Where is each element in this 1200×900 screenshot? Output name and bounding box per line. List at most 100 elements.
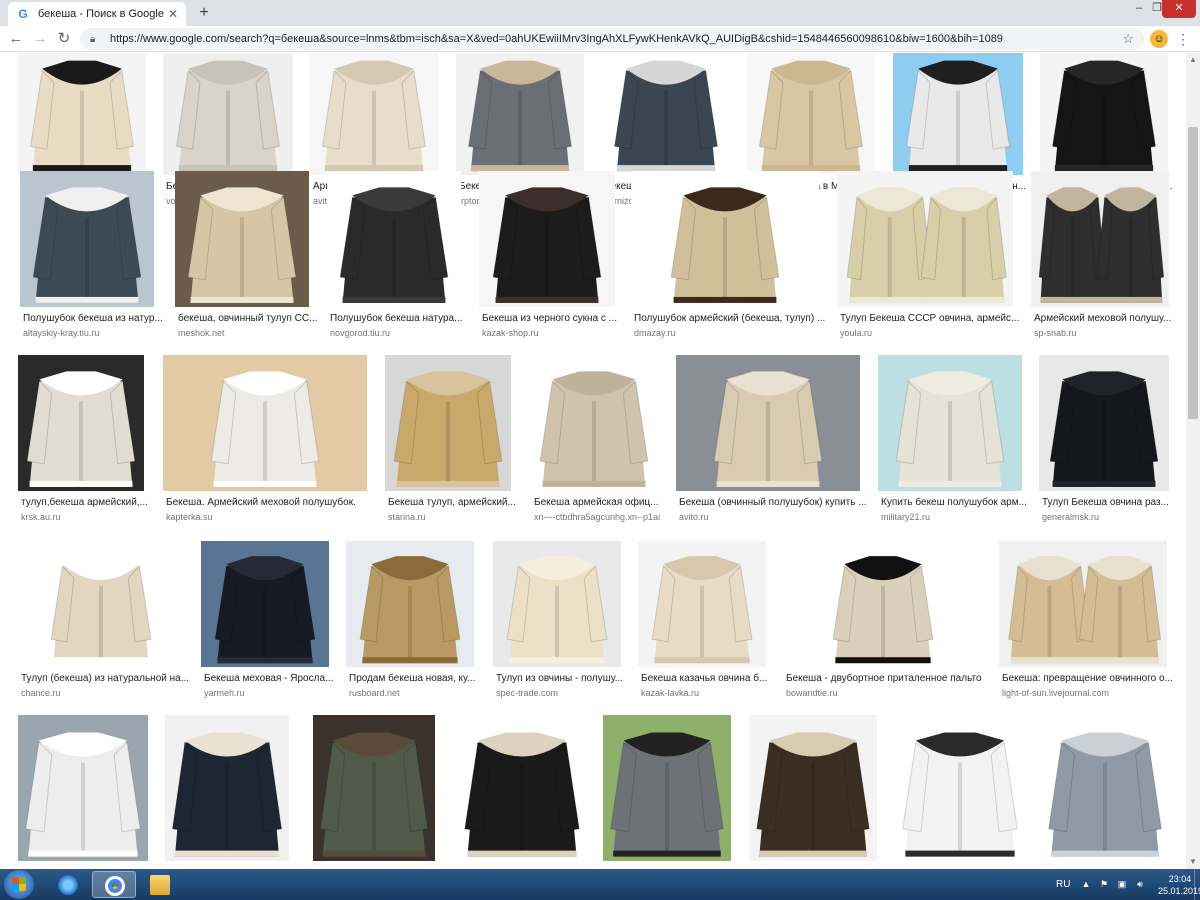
result-thumbnail[interactable]: [638, 541, 766, 667]
image-result[interactable]: [313, 715, 435, 869]
image-result[interactable]: [749, 715, 877, 869]
result-thumbnail[interactable]: [20, 171, 154, 307]
new-tab-button[interactable]: +: [194, 3, 214, 23]
volume-icon[interactable]: 🔊︎: [1134, 879, 1146, 890]
result-title[interactable]: Тулуп (бекеша) из натуральной на...: [21, 673, 197, 684]
result-title[interactable]: Бекеша меховая - Яросла...: [204, 673, 342, 684]
image-result[interactable]: Бекеша. Армейский меховой полушубок. kapt…: [163, 355, 367, 523]
result-source[interactable]: sp-snab.ru: [1034, 328, 1182, 338]
result-source[interactable]: kazak-lavka.ru: [641, 688, 779, 698]
start-button[interactable]: [4, 870, 34, 899]
result-source[interactable]: starina.ru: [388, 512, 524, 522]
image-result[interactable]: [165, 715, 289, 869]
result-thumbnail[interactable]: [456, 53, 584, 175]
result-thumbnail[interactable]: [385, 355, 511, 491]
result-title[interactable]: Продам бекеша новая, ку...: [349, 673, 487, 684]
image-result[interactable]: [18, 715, 148, 869]
result-thumbnail[interactable]: [165, 715, 289, 861]
result-title[interactable]: Бекеша армейская офиц...: [534, 497, 670, 508]
result-source[interactable]: spec-trade.com: [496, 688, 634, 698]
forward-arrow-icon[interactable]: →: [30, 29, 50, 49]
result-thumbnail[interactable]: [18, 715, 148, 861]
result-thumbnail[interactable]: [1041, 715, 1169, 861]
result-title[interactable]: Бекеша тулуп, армейский...: [388, 497, 524, 508]
result-thumbnail[interactable]: [878, 355, 1022, 491]
result-source[interactable]: avito.ru: [679, 512, 873, 522]
image-result[interactable]: Полушубок армейский (бекеша, тулуп) ... d…: [631, 171, 825, 339]
result-source[interactable]: altayskiy-kray.tiu.ru: [23, 328, 167, 338]
result-source[interactable]: kapterka.su: [166, 512, 380, 522]
image-result[interactable]: [895, 715, 1025, 869]
result-thumbnail[interactable]: [749, 715, 877, 861]
taskbar-chrome[interactable]: [92, 871, 136, 898]
result-title[interactable]: Тулуп Бекеша овчина раз...: [1042, 497, 1182, 508]
result-thumbnail[interactable]: [837, 171, 1013, 307]
result-source[interactable]: dmazay.ru: [634, 328, 832, 338]
result-thumbnail[interactable]: [601, 53, 731, 175]
scrollbar-thumb[interactable]: [1188, 127, 1198, 419]
result-thumbnail[interactable]: [163, 355, 367, 491]
result-thumbnail[interactable]: [493, 541, 621, 667]
result-source[interactable]: rusboard.net: [349, 688, 487, 698]
result-title[interactable]: Армейский меховой полушу...: [1034, 313, 1182, 324]
image-result[interactable]: Тулуп (бекеша) из натуральной на... chanc…: [18, 541, 189, 699]
result-thumbnail[interactable]: [313, 715, 435, 861]
url-text[interactable]: https://www.google.com/search?q=бекеша&s…: [110, 33, 1110, 45]
result-thumbnail[interactable]: [631, 171, 819, 307]
result-thumbnail[interactable]: [895, 715, 1025, 861]
image-result[interactable]: Бекеша казачья овчина б... kazak-lavka.ru: [638, 541, 767, 699]
flag-icon[interactable]: ⚑: [1098, 879, 1110, 890]
result-thumbnail[interactable]: [1040, 53, 1168, 175]
reload-icon[interactable]: ↻: [54, 29, 74, 49]
result-title[interactable]: Полушубок армейский (бекеша, тулуп) ...: [634, 313, 832, 324]
profile-avatar-icon[interactable]: ☺: [1150, 30, 1168, 48]
image-result[interactable]: Полушубок бекеша из натур... altayskiy-kr…: [20, 171, 163, 339]
result-title[interactable]: тулуп,бекеша армейский,...: [21, 497, 157, 508]
back-arrow-icon[interactable]: ←: [6, 29, 26, 49]
vertical-scrollbar[interactable]: ▲ ▼: [1186, 53, 1200, 869]
result-source[interactable]: yarmeh.ru: [204, 688, 342, 698]
result-thumbnail[interactable]: [18, 541, 184, 667]
image-result[interactable]: Тулуп Бекеша СССР овчина, армейс... youla…: [837, 171, 1019, 339]
image-result[interactable]: [457, 715, 587, 869]
result-thumbnail[interactable]: [783, 541, 983, 667]
result-thumbnail[interactable]: [18, 53, 146, 175]
result-title[interactable]: Тулуп Бекеша СССР овчина, армейс...: [840, 313, 1026, 324]
tab-google-search[interactable]: G бекеша - Поиск в Google ✕: [8, 2, 186, 26]
image-result[interactable]: Бекеша (овчинный полушубок) купить ... av…: [676, 355, 867, 523]
image-result[interactable]: Армейский меховой полушу... sp-snab.ru: [1031, 171, 1171, 339]
result-source[interactable]: novgorod.tiu.ru: [330, 328, 474, 338]
result-title[interactable]: Бекеша: превращение овчинного о...: [1002, 673, 1180, 684]
show-desktop-button[interactable]: [1194, 869, 1200, 900]
taskbar-internet-explorer[interactable]: [46, 871, 90, 898]
result-thumbnail[interactable]: [999, 541, 1167, 667]
chrome-menu-icon[interactable]: ⋮: [1176, 29, 1190, 49]
result-source[interactable]: bowandtie.ru: [786, 688, 996, 698]
network-icon[interactable]: ▣: [1116, 879, 1128, 890]
image-result[interactable]: Бекеша армейская офиц... xn----ctbdhra5ag…: [531, 355, 660, 523]
result-title[interactable]: бекеша, овчинный тулуп СС...: [178, 313, 322, 324]
result-thumbnail[interactable]: [18, 355, 144, 491]
result-thumbnail[interactable]: [1031, 171, 1169, 307]
result-thumbnail[interactable]: [310, 53, 438, 175]
result-title[interactable]: Бекеша - двубортное приталенное пальто: [786, 673, 996, 684]
result-source[interactable]: chance.ru: [21, 688, 197, 698]
result-source[interactable]: meshok.net: [178, 328, 322, 338]
scroll-down-arrow-icon[interactable]: ▼: [1186, 855, 1200, 869]
language-indicator[interactable]: RU: [1056, 879, 1070, 890]
result-title[interactable]: Бекеша. Армейский меховой полушубок.: [166, 497, 380, 508]
scroll-up-arrow-icon[interactable]: ▲: [1186, 53, 1200, 67]
result-source[interactable]: light-of-sun.livejournal.com: [1002, 688, 1180, 698]
tab-close-icon[interactable]: ✕: [168, 7, 178, 21]
image-result[interactable]: Тулуп из овчины - полушу... spec-trade.co…: [493, 541, 623, 699]
image-result[interactable]: Бекеша меховая - Яросла... yarmeh.ru: [201, 541, 333, 699]
image-result[interactable]: бекеша, овчинный тулуп СС... meshok.net: [175, 171, 317, 339]
result-thumbnail[interactable]: [457, 715, 587, 861]
result-thumbnail[interactable]: [531, 355, 657, 491]
result-thumbnail[interactable]: [479, 171, 615, 307]
result-thumbnail[interactable]: [893, 53, 1023, 175]
result-thumbnail[interactable]: [676, 355, 860, 491]
result-thumbnail[interactable]: [603, 715, 731, 861]
address-bar[interactable]: 🔒︎ https://www.google.com/search?q=бекеш…: [80, 28, 1144, 50]
result-source[interactable]: military21.ru: [881, 512, 1035, 522]
